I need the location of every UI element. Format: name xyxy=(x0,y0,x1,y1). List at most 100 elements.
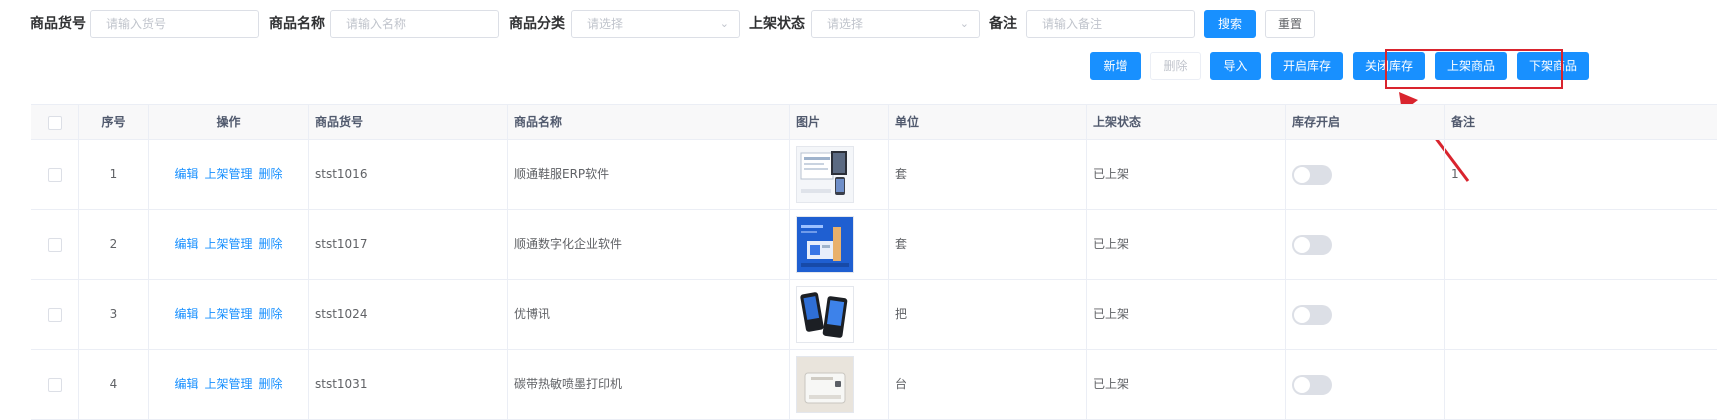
status-label: 上架状态 xyxy=(749,16,805,32)
header-status: 上架状态 xyxy=(1087,105,1286,139)
handheld-device-icon[interactable] xyxy=(796,286,854,343)
row-checkbox[interactable] xyxy=(47,167,62,182)
table-header: 序号 操作 商品货号 商品名称 图片 单位 上架状态 库存开启 备注 xyxy=(31,105,1717,140)
name-placeholder: 请输入名称 xyxy=(346,17,407,31)
stock-toggle[interactable] xyxy=(1292,374,1332,395)
row-status: 已上架 xyxy=(1087,210,1286,279)
row-checkbox[interactable] xyxy=(47,307,62,322)
row-remark xyxy=(1445,280,1717,349)
delete-button[interactable]: 删除 xyxy=(1150,52,1201,80)
select-all-checkbox[interactable] xyxy=(47,115,62,130)
header-remark: 备注 xyxy=(1451,115,1476,129)
edit-link[interactable]: 编辑 xyxy=(174,167,198,181)
category-select[interactable]: 请选择 ⌄ xyxy=(571,10,740,38)
row-stock-cell xyxy=(1286,350,1445,419)
row-remark xyxy=(1445,210,1717,279)
row-index: 1 xyxy=(79,140,149,209)
row-unit: 台 xyxy=(889,350,1087,419)
delete-link[interactable]: 删除 xyxy=(259,167,283,181)
search-button[interactable]: 搜索 xyxy=(1204,10,1256,38)
list-product-button[interactable]: 上架商品 xyxy=(1435,52,1507,80)
row-name: 顺通数字化企业软件 xyxy=(508,210,790,279)
chevron-down-icon: ⌄ xyxy=(959,17,969,30)
enable-stock-button[interactable]: 开启库存 xyxy=(1271,52,1343,80)
row-checkbox[interactable] xyxy=(47,237,62,252)
row-image-cell xyxy=(790,210,889,279)
manage-link[interactable]: 上架管理 xyxy=(204,167,252,181)
sku-placeholder: 请输入货号 xyxy=(106,17,167,31)
header-name: 商品名称 xyxy=(508,105,790,139)
row-checkbox[interactable] xyxy=(47,377,62,392)
row-select-cell xyxy=(31,350,79,419)
table-row: 2 编辑 上架管理 删除 stst1017 顺通数字化企业软件 套 已上架 xyxy=(31,210,1717,280)
table-row: 1 编辑 上架管理 删除 stst1016 顺通鞋服ERP软件 套 已上架 1 xyxy=(31,140,1717,210)
header-actions: 操作 xyxy=(149,105,309,139)
sku-input[interactable]: 请输入货号 xyxy=(90,10,259,38)
row-index: 2 xyxy=(79,210,149,279)
table-row: 3 编辑 上架管理 删除 stst1024 优博讯 把 已上架 xyxy=(31,280,1717,350)
add-button[interactable]: 新增 xyxy=(1090,52,1141,80)
remark-placeholder: 请输入备注 xyxy=(1042,17,1103,31)
row-unit: 把 xyxy=(889,280,1087,349)
edit-link[interactable]: 编辑 xyxy=(174,237,198,251)
header-unit: 单位 xyxy=(889,105,1087,139)
delete-link[interactable]: 删除 xyxy=(259,307,283,321)
row-image-cell xyxy=(790,280,889,349)
row-actions: 编辑 上架管理 删除 xyxy=(149,280,309,349)
toggle-knob xyxy=(1294,166,1310,183)
delete-link[interactable]: 删除 xyxy=(259,377,283,391)
manage-link[interactable]: 上架管理 xyxy=(204,237,252,251)
sku-label: 商品货号 xyxy=(30,16,86,32)
header-image: 图片 xyxy=(790,105,889,139)
row-status: 已上架 xyxy=(1087,140,1286,209)
printer-icon[interactable] xyxy=(796,356,854,413)
stock-toggle[interactable] xyxy=(1292,234,1332,255)
manage-link[interactable]: 上架管理 xyxy=(204,377,252,391)
stock-toggle[interactable] xyxy=(1292,164,1332,185)
category-placeholder: 请选择 xyxy=(587,17,624,31)
edit-link[interactable]: 编辑 xyxy=(174,377,198,391)
edit-link[interactable]: 编辑 xyxy=(174,307,198,321)
row-sku: stst1017 xyxy=(309,210,508,279)
remark-label: 备注 xyxy=(989,16,1017,32)
software-screenshot-icon[interactable] xyxy=(796,146,854,203)
row-index: 4 xyxy=(79,350,149,419)
delist-product-button[interactable]: 下架商品 xyxy=(1517,52,1589,80)
toggle-knob xyxy=(1294,306,1310,323)
row-actions: 编辑 上架管理 删除 xyxy=(149,350,309,419)
row-unit: 套 xyxy=(889,140,1087,209)
row-select-cell xyxy=(31,280,79,349)
name-label: 商品名称 xyxy=(269,16,325,32)
row-stock-cell xyxy=(1286,140,1445,209)
category-label: 商品分类 xyxy=(509,16,565,32)
row-actions: 编辑 上架管理 删除 xyxy=(149,140,309,209)
row-index: 3 xyxy=(79,280,149,349)
manage-link[interactable]: 上架管理 xyxy=(204,307,252,321)
row-stock-cell xyxy=(1286,210,1445,279)
header-stock-enabled: 库存开启 xyxy=(1286,105,1445,139)
status-select[interactable]: 请选择 ⌄ xyxy=(811,10,980,38)
row-status: 已上架 xyxy=(1087,350,1286,419)
import-button[interactable]: 导入 xyxy=(1210,52,1261,80)
toggle-knob xyxy=(1294,236,1310,253)
enterprise-software-icon[interactable] xyxy=(796,216,854,273)
header-sku: 商品货号 xyxy=(309,105,508,139)
delete-link[interactable]: 删除 xyxy=(259,237,283,251)
name-input[interactable]: 请输入名称 xyxy=(330,10,499,38)
row-stock-cell xyxy=(1286,280,1445,349)
chevron-down-icon: ⌄ xyxy=(719,17,729,30)
reset-button[interactable]: 重置 xyxy=(1265,10,1315,38)
stock-toggle[interactable] xyxy=(1292,304,1332,325)
row-image-cell xyxy=(790,350,889,419)
row-unit: 套 xyxy=(889,210,1087,279)
table-row: 4 编辑 上架管理 删除 stst1031 碳带热敏喷墨打印机 台 已上架 xyxy=(31,350,1717,420)
search-bar: 商品货号 请输入货号 商品名称 请输入名称 商品分类 请选择 ⌄ 上架状态 请选择… xyxy=(0,10,1717,38)
select-all-cell xyxy=(31,105,79,139)
row-sku: stst1024 xyxy=(309,280,508,349)
disable-stock-button[interactable]: 关闭库存 xyxy=(1353,52,1425,80)
remark-input[interactable]: 请输入备注 xyxy=(1026,10,1195,38)
toolbar: 新增 删除 导入 开启库存 关闭库存 上架商品 下架商品 xyxy=(0,52,1717,84)
status-placeholder: 请选择 xyxy=(827,17,864,31)
toggle-knob xyxy=(1294,376,1310,393)
row-select-cell xyxy=(31,140,79,209)
